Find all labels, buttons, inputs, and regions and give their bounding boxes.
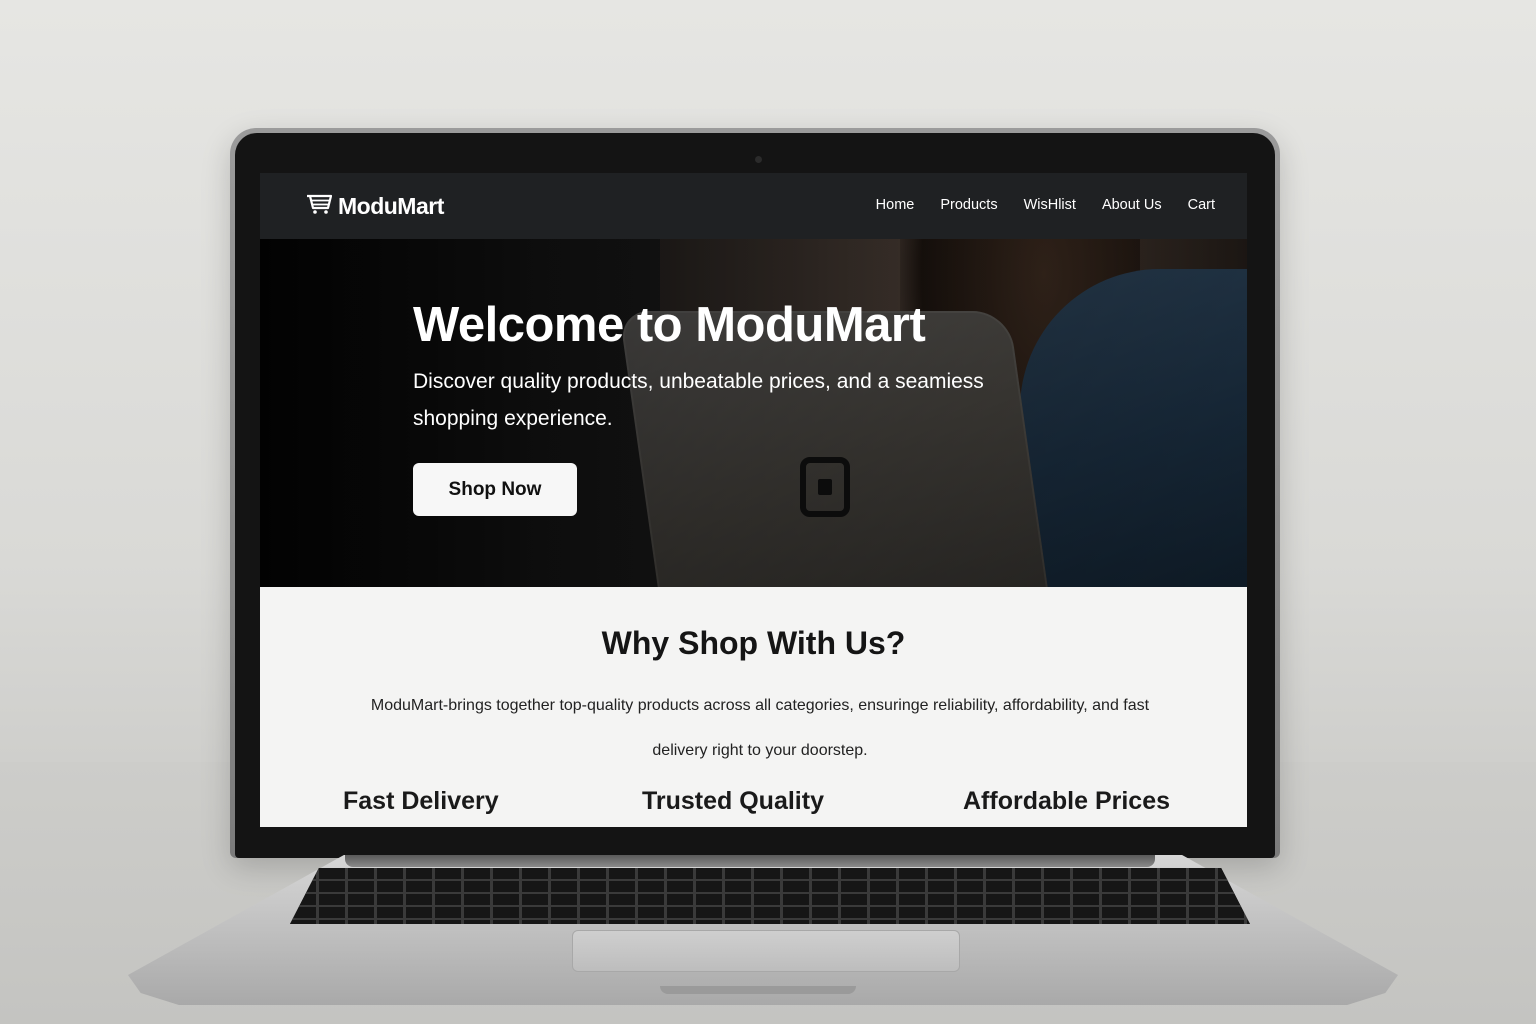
brand-logo[interactable]: ModuMart — [306, 193, 444, 220]
hero-subtitle: Discover quality products, unbeatable pr… — [413, 370, 984, 430]
nav-link-wishlist[interactable]: WisHlist — [1024, 197, 1076, 213]
shop-now-button[interactable]: Shop Now — [413, 463, 577, 516]
nav-link-cart[interactable]: Cart — [1188, 197, 1215, 213]
feature-trusted-quality: Trusted Quality — [642, 787, 824, 815]
lid-notch — [660, 986, 856, 994]
website-viewport: ModuMart Home Products WisHlist About Us… — [260, 173, 1247, 827]
hero-banner: Welcome to ModuMart Discover quality pro… — [260, 239, 1247, 587]
feature-affordable-prices: Affordable Prices — [963, 787, 1171, 815]
cart-icon — [306, 193, 333, 220]
section-description: ModuMart-brings together top-quality pro… — [370, 697, 1150, 759]
brand-name: ModuMart — [338, 193, 444, 219]
nav-link-home[interactable]: Home — [876, 197, 915, 213]
why-shop-section: Why Shop With Us? ModuMart-brings togeth… — [260, 587, 1247, 827]
nav-link-products[interactable]: Products — [940, 197, 997, 213]
section-title: Why Shop With Us? — [601, 625, 906, 661]
top-navbar: ModuMart Home Products WisHlist About Us… — [260, 173, 1247, 239]
feature-fast-delivery: Fast Delivery — [343, 787, 499, 815]
nav-link-about-us[interactable]: About Us — [1102, 197, 1162, 213]
hero-title: Welcome to ModuMart — [413, 298, 926, 352]
trackpad — [572, 930, 960, 972]
nav-links: Home Products WisHlist About Us Cart — [876, 197, 1215, 213]
keyboard — [290, 868, 1250, 924]
laptop-hinge — [345, 855, 1155, 867]
webcam-icon — [755, 156, 762, 163]
